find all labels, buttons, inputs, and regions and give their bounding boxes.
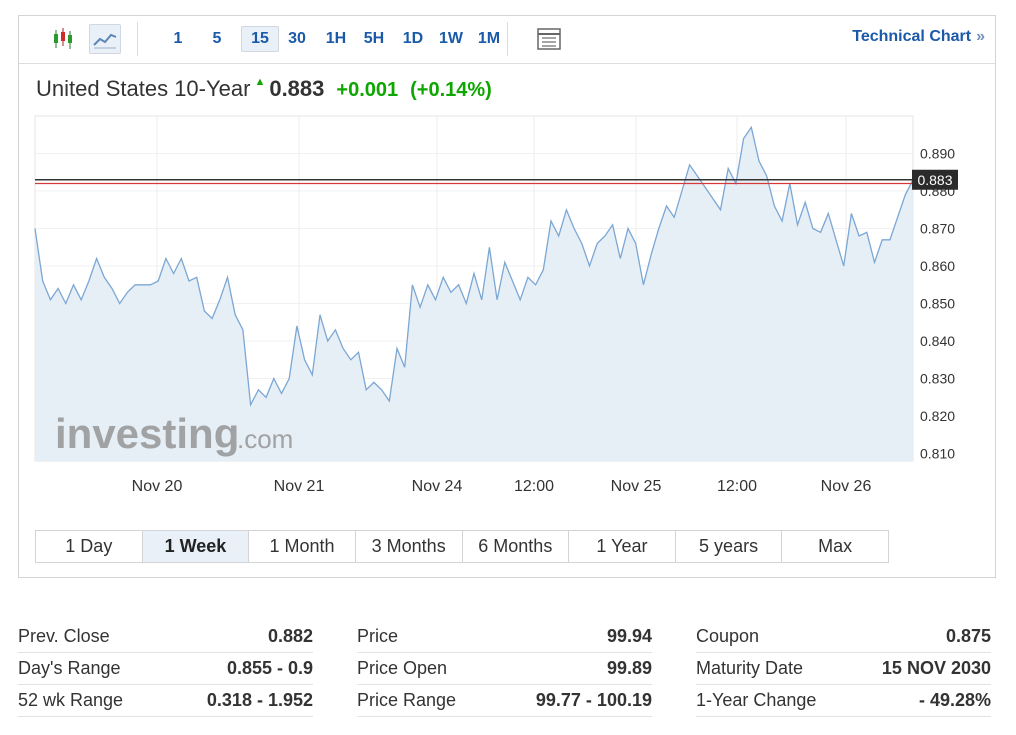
x-tick-label: 12:00 <box>717 478 757 495</box>
x-tick-label: Nov 21 <box>274 478 325 495</box>
range-6-months[interactable]: 6 Months <box>463 531 570 562</box>
stat-row: Price 99.94 <box>357 621 652 653</box>
stat-value: 15 NOV 2030 <box>881 658 991 678</box>
watermark-text: investing <box>55 410 239 457</box>
current-price-tag-label: 0.883 <box>917 172 952 188</box>
stat-label: Coupon <box>696 626 760 646</box>
range-1-week[interactable]: 1 Week <box>142 531 250 562</box>
stat-row: 1-Year Change - 49.28% <box>696 685 991 717</box>
stats-column: Price 99.94 Price Open 99.89 Price Range 99.7… <box>357 621 652 717</box>
range-1-day[interactable]: 1 Day <box>36 531 143 562</box>
stat-value: 99.77 - 100.19 <box>535 690 652 710</box>
stat-label: Price Open <box>357 658 448 678</box>
stat-row: Maturity Date 15 NOV 2030 <box>696 653 991 685</box>
stat-row: Prev. Close 0.882 <box>18 621 313 653</box>
y-tick-label: 0.860 <box>920 258 955 274</box>
stat-label: Maturity Date <box>696 658 804 678</box>
stat-value: 0.855 - 0.9 <box>226 658 313 678</box>
stat-row: Price Range 99.77 - 100.19 <box>357 685 652 717</box>
stat-row: 52 wk Range 0.318 - 1.952 <box>18 685 313 717</box>
x-tick-label: Nov 26 <box>821 478 872 495</box>
stat-value: 99.89 <box>606 658 652 678</box>
watermark-suffix: .com <box>237 424 293 454</box>
range-1-month[interactable]: 1 Month <box>249 531 356 562</box>
range-3-months[interactable]: 3 Months <box>356 531 463 562</box>
stat-row: Price Open 99.89 <box>357 653 652 685</box>
stat-label: Price <box>357 626 399 646</box>
x-tick-label: Nov 25 <box>611 478 662 495</box>
time-range-selector: 1 Day 1 Week 1 Month 3 Months 6 Months 1 Year… <box>35 530 889 563</box>
stat-label: Price Range <box>357 690 457 710</box>
stats-column: Prev. Close 0.882 Day's Range 0.855 - 0.9 52… <box>18 621 313 717</box>
x-tick-label: 12:00 <box>514 478 554 495</box>
stat-value: 0.875 <box>945 626 991 646</box>
stat-value: 0.318 - 1.952 <box>206 690 313 710</box>
range-5-years[interactable]: 5 years <box>676 531 783 562</box>
stat-label: 1-Year Change <box>696 690 817 710</box>
stats-column: Coupon 0.875 Maturity Date 15 NOV 2030 1-Yea… <box>696 621 991 717</box>
y-tick-label: 0.820 <box>920 408 955 424</box>
stat-label: Prev. Close <box>18 626 110 646</box>
y-tick-label: 0.870 <box>920 221 955 237</box>
chart-widget: 1 5 15 30 1H 5H 1D 1W 1M Technical Chart» United… <box>18 15 996 578</box>
y-tick-label: 0.890 <box>920 146 955 162</box>
range-1-year[interactable]: 1 Year <box>569 531 676 562</box>
stat-value: 0.882 <box>267 626 313 646</box>
y-tick-label: 0.840 <box>920 333 955 349</box>
range-max[interactable]: Max <box>782 531 888 562</box>
stat-value: 99.94 <box>606 626 652 646</box>
y-tick-label: 0.810 <box>920 446 955 462</box>
x-tick-label: Nov 20 <box>132 478 183 495</box>
stat-label: 52 wk Range <box>18 690 124 710</box>
stat-label: Day's Range <box>18 658 121 678</box>
x-tick-label: Nov 24 <box>412 478 463 495</box>
price-chart[interactable]: investing .com 0.8900.8800.8700.8600.850… <box>19 16 995 526</box>
stat-value: - 49.28% <box>918 690 991 710</box>
y-tick-label: 0.830 <box>920 371 955 387</box>
stat-row: Coupon 0.875 <box>696 621 991 653</box>
stat-row: Day's Range 0.855 - 0.9 <box>18 653 313 685</box>
y-tick-label: 0.850 <box>920 296 955 312</box>
